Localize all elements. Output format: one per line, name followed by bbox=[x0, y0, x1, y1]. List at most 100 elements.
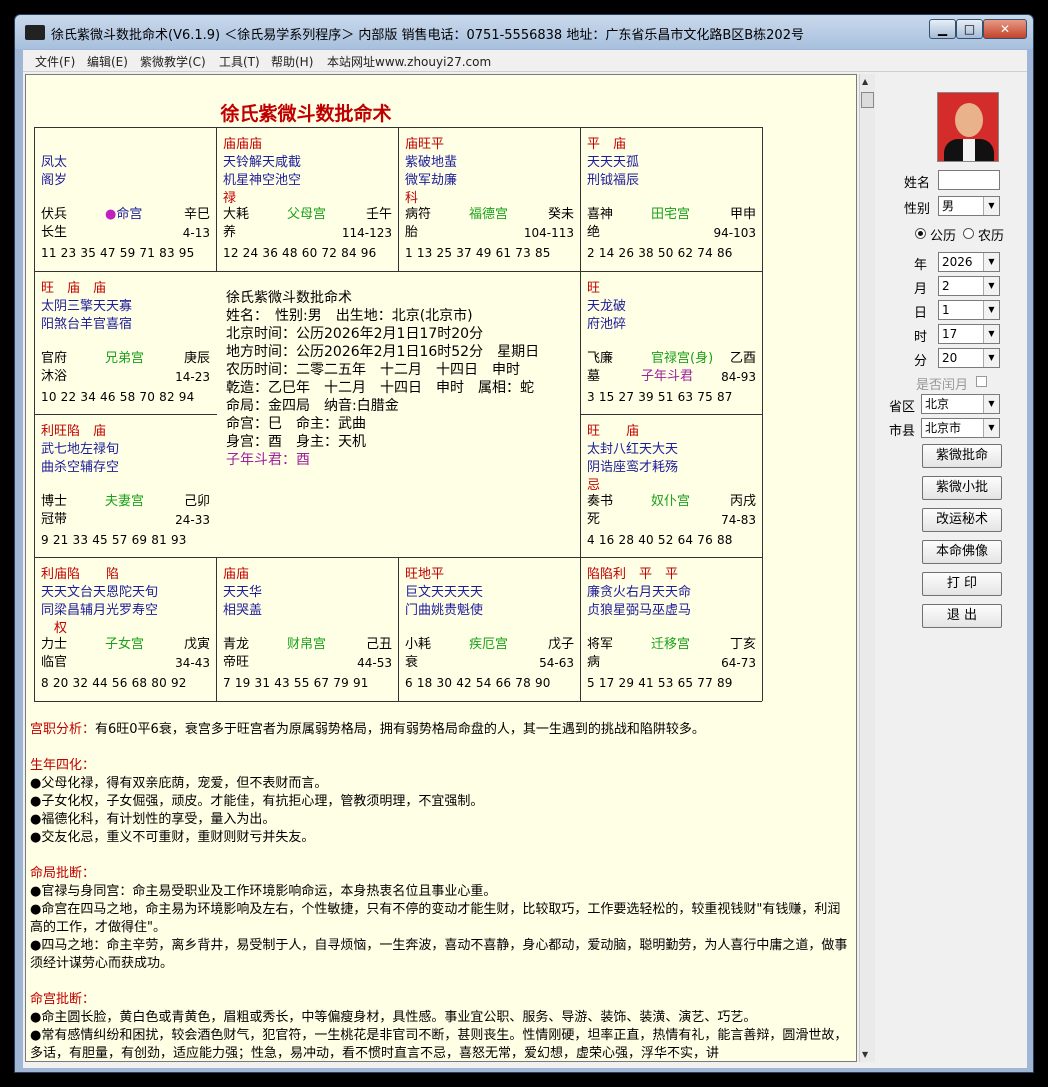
ganzhi: 丁亥 bbox=[729, 637, 756, 652]
star-line: 平 庙 bbox=[587, 137, 627, 152]
flow-years: 1 13 25 37 49 61 73 85 bbox=[405, 246, 551, 260]
ganzhi: 癸未 bbox=[547, 207, 574, 222]
palace-cell-mao[interactable]: 利旺陷 庙武七地左禄旬 曲杀空辅存空 博士 夫妻宫 己卯 冠带 24-33 9 21 33 4… bbox=[35, 415, 216, 558]
print-button[interactable]: 打 印 bbox=[922, 572, 1002, 596]
menu-tools[interactable]: 工具(T) bbox=[219, 53, 260, 70]
menu-help[interactable]: 帮助(H) bbox=[271, 53, 313, 70]
palace-cell-shen[interactable]: 平 庙天天天孤 刑钺福辰 喜神 田宅宫 甲申绝 94-103 2 14 26 38 50 6… bbox=[581, 128, 762, 271]
month-select[interactable]: 2 ▼ bbox=[938, 276, 1000, 296]
fortune-change-button[interactable]: 改运秘术 bbox=[922, 508, 1002, 532]
chevron-down-icon[interactable]: ▼ bbox=[983, 253, 999, 271]
minute-select[interactable]: 20 ▼ bbox=[938, 348, 1000, 368]
menu-teaching[interactable]: 紫微教学(C) bbox=[140, 53, 206, 70]
star-line: 天天文台天恩陀天旬 bbox=[41, 585, 159, 600]
palace-name: 兄弟宫 bbox=[105, 351, 145, 366]
chevron-down-icon[interactable]: ▼ bbox=[983, 277, 999, 295]
maximize-button[interactable]: □ bbox=[956, 19, 983, 39]
analysis-heading: 命局批断： bbox=[30, 866, 96, 881]
star-line: 天铃解天咸截 bbox=[223, 155, 302, 170]
age-range: 94-103 bbox=[713, 226, 756, 240]
solar-radio[interactable] bbox=[915, 228, 926, 239]
analysis-line: ●父母化禄，得有双亲庇荫，宠爱，但不表财而言。 bbox=[30, 776, 328, 791]
age-range: 4-13 bbox=[182, 226, 210, 240]
palace-cell-si[interactable]: 凤太 阁岁 伏兵 ●命宫 辛巳 长生 4-13 11 23 35 47 59 71 83 95 bbox=[35, 128, 216, 271]
leap-month-checkbox[interactable] bbox=[976, 376, 987, 387]
side-panel: 姓名 性别 男 ▼ 公历 农历 年 2026 ▼ 月 2 ▼ 日 1 ▼ 时 17 ▼ 分… bbox=[883, 74, 1027, 1062]
vertical-scrollbar[interactable]: ▲ ▼ bbox=[859, 74, 875, 1062]
flow-years: 5 17 29 41 53 65 77 89 bbox=[587, 676, 733, 690]
province-label: 省区 bbox=[889, 400, 916, 415]
ganzhi: 戊寅 bbox=[183, 637, 210, 652]
buddha-button[interactable]: 本命佛像 bbox=[922, 540, 1002, 564]
sex-select[interactable]: 男 ▼ bbox=[938, 196, 1000, 216]
palace-cell-zi[interactable]: 旺地平 巨文天天天天 门曲姚贵魁使 小耗 疾厄宫 戊子衰 54-63 6 18 30 42 5… bbox=[399, 558, 580, 701]
shen-name: 官府 bbox=[41, 351, 68, 366]
palace-name: 疾厄宫 bbox=[469, 637, 509, 652]
star-line: 太阴三擎天天寡 bbox=[41, 299, 133, 314]
client-area: 徐氏紫微斗数批命术 凤太 阁岁 伏兵 ●命宫 辛巳 长生 4-13 11 23 35 47 5… bbox=[23, 72, 1027, 1068]
life-stage: 墓 bbox=[587, 369, 601, 384]
star-line: 武七地左禄旬 bbox=[41, 442, 120, 457]
palace-cell-wu[interactable]: 庙庙庙 天铃解天咸截 机星神空池空禄大耗 父母宫 壬午养 114-123 12 24 36 … bbox=[217, 128, 398, 271]
life-stage: 死 bbox=[587, 512, 601, 527]
scroll-down-icon[interactable]: ▼ bbox=[862, 1050, 868, 1059]
sex-label: 性别 bbox=[904, 202, 931, 217]
palace-cell-wei[interactable]: 庙旺平 紫破地蜚 微军劫廉科病符 福德宫 癸未胎 104-113 1 13 25 37 49… bbox=[399, 128, 580, 271]
chevron-down-icon[interactable]: ▼ bbox=[983, 419, 999, 437]
minimize-button[interactable]: ▁ bbox=[929, 19, 956, 39]
star-line: 利旺陷 庙 bbox=[41, 424, 107, 439]
chevron-down-icon[interactable]: ▼ bbox=[983, 197, 999, 215]
lunar-radio[interactable] bbox=[963, 228, 974, 239]
exit-button[interactable]: 退 出 bbox=[922, 604, 1002, 628]
flow-years: 11 23 35 47 59 71 83 95 bbox=[41, 246, 195, 260]
palace-cell-you[interactable]: 旺天龙破 府池碎 飞廉 官禄宫(身) 乙酉墓 84-93 子年斗君 3 15 27 39 51… bbox=[581, 272, 762, 415]
day-select[interactable]: 1 ▼ bbox=[938, 300, 1000, 320]
star-line: 阴诰座鸾才耗殇 bbox=[587, 460, 679, 475]
center-line: 北京时间：公历2026年2月1日17时20分 bbox=[226, 326, 484, 342]
scroll-thumb[interactable] bbox=[861, 92, 874, 108]
palace-cell-xu[interactable]: 旺 庙太封八红天大天 阴诰座鸾才耗殇忌奏书 奴仆宫 丙戌死 74-83 4 16 28 4… bbox=[581, 415, 762, 558]
palace-cell-hai[interactable]: 陷陷利 平 平廉贪火右月天天命 贞狼星弼马巫虚马 将军 迁移宫 丁亥病 64-73 5 17… bbox=[581, 558, 762, 701]
city-select[interactable]: 北京市 ▼ bbox=[921, 418, 1000, 438]
flow-years: 2 14 26 38 50 62 74 86 bbox=[587, 246, 733, 260]
chart-document[interactable]: 徐氏紫微斗数批命术 凤太 阁岁 伏兵 ●命宫 辛巳 长生 4-13 11 23 35 47 5… bbox=[25, 74, 857, 1062]
city-label: 市县 bbox=[889, 424, 916, 439]
chart-title: 徐氏紫微斗数批命术 bbox=[220, 103, 392, 125]
ziwei-brief-button[interactable]: 紫微小批 bbox=[922, 476, 1002, 500]
hour-select[interactable]: 17 ▼ bbox=[938, 324, 1000, 344]
province-select[interactable]: 北京 ▼ bbox=[921, 394, 1000, 414]
shen-name: 大耗 bbox=[223, 207, 250, 222]
title-bar[interactable]: 徐氏紫微斗数批命术(V6.1.9) ＜徐氏易学系列程序＞ 内部版 销售电话：07… bbox=[15, 15, 1033, 49]
palace-name: 父母宫 bbox=[287, 207, 327, 222]
palace-cell-yin[interactable]: 利庙陷 陷天天文台天恩陀天旬 同梁昌辅月光罗寿空 权力士 子女宫 戊寅 临官 34-43 8… bbox=[35, 558, 216, 701]
star-line: 凤太 bbox=[41, 155, 68, 170]
douj-label: 子年斗君 bbox=[641, 369, 694, 384]
shen-name: 奏书 bbox=[587, 494, 614, 509]
shen-name: 青龙 bbox=[223, 637, 250, 652]
ziwei-reading-button[interactable]: 紫微批命 bbox=[922, 444, 1002, 468]
age-range: 24-33 bbox=[175, 513, 210, 527]
menu-file[interactable]: 文件(F) bbox=[35, 53, 75, 70]
palace-cell-chen[interactable]: 旺 庙 庙太阴三擎天天寡 阳煞台羊官喜宿 官府 兄弟宫 庚辰 沐浴 14-23 10 22 3… bbox=[35, 272, 216, 415]
ganzhi: 壬午 bbox=[365, 207, 392, 222]
close-button[interactable]: ✕ bbox=[983, 19, 1027, 39]
analysis-text: 宫职分析：有6旺0平6衰，衰宫多于旺宫者为原属弱势格局，拥有弱势格局命盘的人，其… bbox=[30, 721, 850, 1061]
name-label: 姓名 bbox=[904, 176, 931, 191]
shen-name: 喜神 bbox=[587, 207, 614, 222]
palace-cell-chou[interactable]: 庙庙 天天华 相哭盖 青龙 财帛宫 己丑 帝旺 44-53 7 19 31 43 55 67 7… bbox=[217, 558, 398, 701]
minute-label: 分 bbox=[914, 354, 928, 369]
flow-years: 4 16 28 40 52 64 76 88 bbox=[587, 533, 733, 547]
menu-website[interactable]: 本站网址www.zhouyi27.com bbox=[327, 53, 491, 70]
center-line: 身宫：酉 身主：天机 bbox=[226, 434, 366, 450]
chevron-down-icon[interactable]: ▼ bbox=[983, 301, 999, 319]
menu-edit[interactable]: 编辑(E) bbox=[87, 53, 128, 70]
scroll-up-icon[interactable]: ▲ bbox=[862, 77, 868, 86]
chevron-down-icon[interactable]: ▼ bbox=[983, 325, 999, 343]
age-range: 104-113 bbox=[523, 226, 574, 240]
life-stage: 绝 bbox=[587, 225, 601, 240]
name-field[interactable] bbox=[938, 170, 1000, 190]
year-select[interactable]: 2026 ▼ bbox=[938, 252, 1000, 272]
chevron-down-icon[interactable]: ▼ bbox=[983, 395, 999, 413]
shen-name: 伏兵 bbox=[41, 207, 68, 222]
chevron-down-icon[interactable]: ▼ bbox=[983, 349, 999, 367]
